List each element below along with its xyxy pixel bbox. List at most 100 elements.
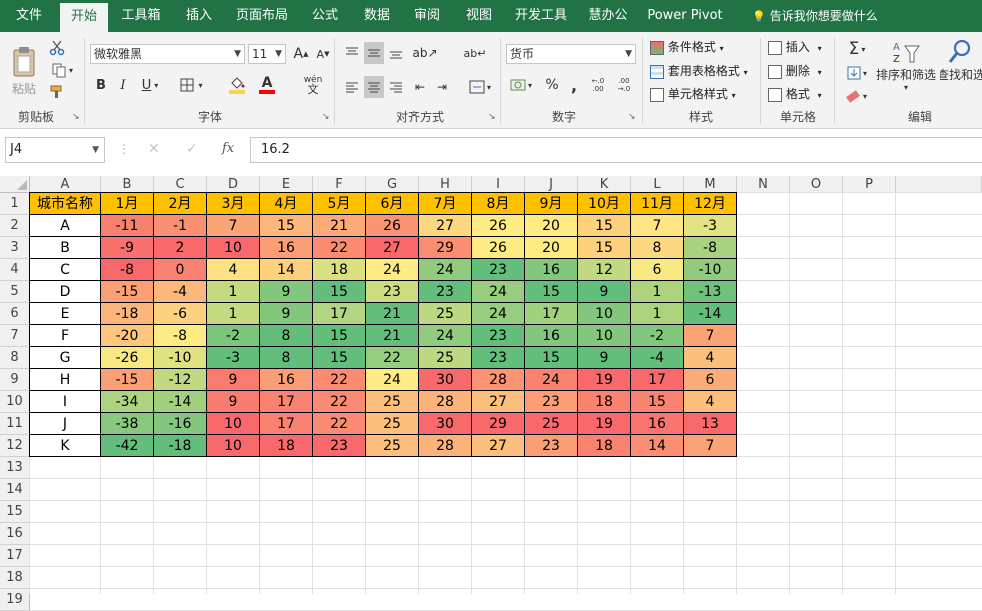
table-cell-value[interactable]: 18 xyxy=(578,391,631,413)
table-cell-value[interactable]: -20 xyxy=(101,325,154,347)
insert-function-icon[interactable]: fx xyxy=(222,141,234,156)
table-cell-value[interactable]: 9 xyxy=(578,281,631,303)
table-cell-value[interactable]: 24 xyxy=(419,325,472,347)
row-header-16[interactable]: 16 xyxy=(0,523,30,545)
table-cell-value[interactable]: -1 xyxy=(154,215,207,237)
tab-5[interactable]: 公式 xyxy=(300,0,350,32)
table-cell-value[interactable]: -3 xyxy=(684,215,737,237)
table-cell-value[interactable]: 2 xyxy=(154,237,207,259)
table-cell-value[interactable]: 29 xyxy=(472,413,525,435)
align-center-button[interactable] xyxy=(364,76,384,98)
table-cell-value[interactable]: -14 xyxy=(154,391,207,413)
table-cell-value[interactable]: 4 xyxy=(684,391,737,413)
table-cell-value[interactable]: 0 xyxy=(154,259,207,281)
column-header-D[interactable]: D xyxy=(207,176,260,193)
row-header-8[interactable]: 8 xyxy=(0,347,30,369)
column-header-N[interactable]: N xyxy=(737,176,790,193)
table-cell-value[interactable]: 10 xyxy=(578,303,631,325)
table-cell-value[interactable]: 27 xyxy=(472,435,525,457)
table-cell-value[interactable]: 9 xyxy=(260,281,313,303)
table-cell-value[interactable]: 25 xyxy=(525,413,578,435)
table-cell-value[interactable]: 12 xyxy=(578,259,631,281)
table-cell-value[interactable]: 26 xyxy=(472,237,525,259)
clear-button[interactable]: ▾ xyxy=(842,86,872,106)
table-header-month[interactable]: 6月 xyxy=(366,193,419,215)
tab-10[interactable]: 慧办公 xyxy=(578,0,638,32)
table-cell-value[interactable]: 15 xyxy=(578,237,631,259)
table-cell-value[interactable]: 29 xyxy=(419,237,472,259)
font-color-button[interactable]: A xyxy=(254,72,280,98)
table-cell-value[interactable]: 19 xyxy=(578,413,631,435)
sort-filter-button[interactable]: AZ 排序和筛选 ▾ xyxy=(874,38,938,104)
table-header-city[interactable]: 城市名称 xyxy=(30,193,101,215)
table-cell-value[interactable]: 7 xyxy=(684,435,737,457)
table-cell-value[interactable]: 22 xyxy=(313,391,366,413)
table-cell-value[interactable]: 9 xyxy=(207,369,260,391)
table-cell-value[interactable]: 9 xyxy=(207,391,260,413)
table-cell-value[interactable]: -38 xyxy=(101,413,154,435)
table-cell-value[interactable]: 10 xyxy=(207,237,260,259)
format-cells-button[interactable]: 格式 ▾ xyxy=(768,85,822,102)
table-cell-value[interactable]: 15 xyxy=(525,281,578,303)
percent-style-button[interactable]: % xyxy=(542,74,562,96)
table-cell-value[interactable]: 25 xyxy=(366,413,419,435)
underline-button[interactable]: U ▾ xyxy=(136,74,164,96)
column-header-F[interactable]: F xyxy=(313,176,366,193)
row-header-18[interactable]: 18 xyxy=(0,567,30,589)
table-header-month[interactable]: 1月 xyxy=(101,193,154,215)
table-cell-value[interactable]: 15 xyxy=(313,281,366,303)
fill-color-button[interactable] xyxy=(220,72,254,98)
table-cell-city[interactable]: K xyxy=(30,435,101,457)
row-header-14[interactable]: 14 xyxy=(0,479,30,501)
row-header-2[interactable]: 2 xyxy=(0,215,30,237)
table-cell-value[interactable]: 15 xyxy=(578,215,631,237)
row-header-1[interactable]: 1 xyxy=(0,193,30,215)
copy-button[interactable]: ▾ xyxy=(46,60,78,80)
table-cell-value[interactable]: -6 xyxy=(154,303,207,325)
table-cell-value[interactable]: -8 xyxy=(684,237,737,259)
dialog-launcher-icon[interactable]: ↘ xyxy=(322,112,330,122)
row-header-7[interactable]: 7 xyxy=(0,325,30,347)
table-cell-value[interactable]: -2 xyxy=(207,325,260,347)
select-all-corner[interactable] xyxy=(0,176,30,193)
table-cell-value[interactable]: 10 xyxy=(578,325,631,347)
table-cell-value[interactable]: -15 xyxy=(101,281,154,303)
table-cell-value[interactable]: 4 xyxy=(207,259,260,281)
autosum-button[interactable]: Σ ▾ xyxy=(842,38,872,60)
column-header-B[interactable]: B xyxy=(101,176,154,193)
table-cell-value[interactable]: 1 xyxy=(631,281,684,303)
tab-1[interactable]: 开始 xyxy=(60,3,108,32)
table-cell-value[interactable]: 14 xyxy=(631,435,684,457)
phonetic-button[interactable]: wén 文 xyxy=(298,74,328,96)
table-cell-city[interactable]: A xyxy=(30,215,101,237)
table-cell-value[interactable]: 30 xyxy=(419,413,472,435)
table-cell-value[interactable]: 15 xyxy=(525,347,578,369)
table-cell-value[interactable]: 23 xyxy=(472,347,525,369)
column-header-L[interactable]: L xyxy=(631,176,684,193)
align-top-button[interactable] xyxy=(342,42,362,64)
conditional-formatting-button[interactable]: 条件格式 ▾ xyxy=(650,38,724,55)
table-cell-value[interactable]: 7 xyxy=(207,215,260,237)
table-cell-city[interactable]: C xyxy=(30,259,101,281)
table-cell-value[interactable]: 6 xyxy=(631,259,684,281)
table-cell-value[interactable]: 17 xyxy=(313,303,366,325)
cancel-icon[interactable]: ✕ xyxy=(148,141,160,157)
align-bottom-button[interactable] xyxy=(386,42,406,64)
table-cell-value[interactable]: 15 xyxy=(631,391,684,413)
dialog-launcher-icon[interactable]: ↘ xyxy=(628,112,636,122)
table-cell-value[interactable]: 24 xyxy=(366,369,419,391)
table-header-month[interactable]: 2月 xyxy=(154,193,207,215)
decrease-decimal-button[interactable]: .00 →.0 xyxy=(612,74,636,96)
wrap-text-button[interactable]: ab↵ xyxy=(464,42,487,64)
table-cell-city[interactable]: G xyxy=(30,347,101,369)
table-cell-value[interactable]: 13 xyxy=(684,413,737,435)
cut-button[interactable] xyxy=(46,38,68,58)
row-header-4[interactable]: 4 xyxy=(0,259,30,281)
table-cell-value[interactable]: 26 xyxy=(472,215,525,237)
tab-7[interactable]: 审阅 xyxy=(402,0,452,32)
decrease-indent-button[interactable]: ⇤ xyxy=(410,76,430,98)
table-cell-value[interactable]: 16 xyxy=(525,259,578,281)
table-cell-value[interactable]: -26 xyxy=(101,347,154,369)
table-cell-city[interactable]: I xyxy=(30,391,101,413)
table-cell-value[interactable]: 19 xyxy=(578,369,631,391)
